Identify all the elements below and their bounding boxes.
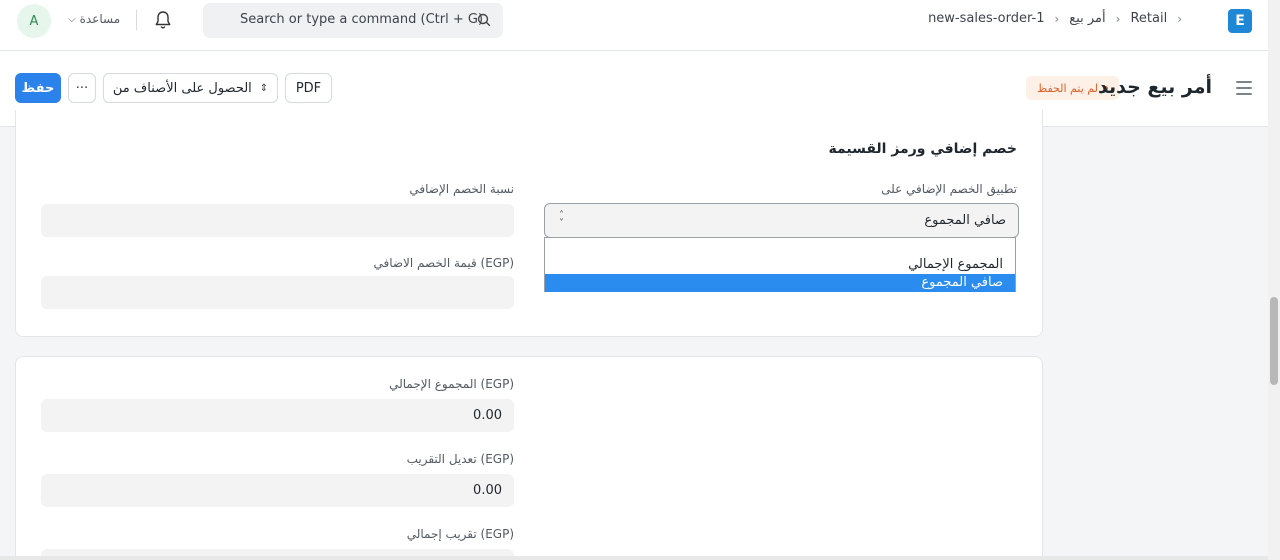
grand-total-field: 0.00 — [41, 399, 514, 432]
chevron-down-icon: ⌵ — [68, 13, 76, 25]
get-items-from-button[interactable]: الحصول على الأصناف من ⇕ — [103, 73, 278, 103]
select-arrows-icon: ˄ ˅ — [559, 210, 564, 229]
user-avatar[interactable]: A — [17, 4, 51, 38]
notifications-bell-icon[interactable] — [153, 9, 173, 31]
discount-section-card: خصم إضافي ورمز القسيمة تطبيق الخصم الإضا… — [15, 110, 1043, 337]
apply-discount-on-value: صافي المجموع — [924, 213, 1006, 228]
apply-discount-on-label: تطبيق الخصم الإضافي على — [881, 182, 1017, 196]
breadcrumb-separator-icon: › — [1054, 11, 1060, 26]
discount-percentage-label: نسبة الخصم الإضافي — [409, 182, 514, 196]
section-title: خصم إضافي ورمز القسيمة — [828, 141, 1017, 157]
breadcrumb-current-doc[interactable]: new-sales-order-1 — [928, 11, 1044, 26]
discount-amount-label: قيمة الخصم الاضافي (EGP) — [373, 256, 514, 270]
app-logo[interactable]: E — [1228, 9, 1252, 33]
save-button[interactable]: حفظ — [15, 73, 61, 103]
dropdown-option-net-total[interactable]: صافي المجموع — [545, 274, 1015, 292]
page-title: أمر بيع جديد — [1098, 76, 1212, 98]
horizontal-scrollbar[interactable] — [0, 556, 1268, 560]
pdf-button[interactable]: PDF — [285, 73, 332, 103]
vertical-scrollbar[interactable] — [1268, 0, 1280, 560]
get-items-label: الحصول على الأصناف من — [112, 80, 252, 96]
rounding-adjustment-value: 0.00 — [473, 483, 502, 498]
discount-amount-field[interactable] — [41, 276, 514, 309]
dropdown-option-grand-total[interactable]: المجموع الإجمالي — [545, 256, 1015, 274]
vertical-scrollbar-thumb[interactable] — [1270, 297, 1278, 385]
top-navbar: A ⌵ مساعدة Search or type a command (Ctr… — [0, 0, 1268, 51]
rounding-adjustment-label: تعديل التقريب (EGP) — [406, 452, 514, 466]
breadcrumb-separator-icon: › — [1177, 11, 1182, 26]
discount-percentage-field[interactable] — [41, 204, 514, 237]
navbar-divider — [136, 10, 137, 30]
breadcrumb-separator-icon: › — [1115, 11, 1121, 26]
sidebar-toggle-icon[interactable] — [1236, 81, 1252, 95]
help-dropdown[interactable]: ⌵ مساعدة — [68, 12, 120, 26]
apply-discount-on-dropdown: المجموع الإجمالي صافي المجموع — [544, 237, 1016, 292]
apply-discount-on-select[interactable]: صافي المجموع ˄ ˅ — [544, 203, 1019, 238]
breadcrumb-retail[interactable]: Retail — [1130, 11, 1167, 26]
dropdown-option-empty[interactable] — [545, 238, 1015, 256]
totals-section-card: المجموع الإجمالي (EGP) 0.00 تعديل التقري… — [15, 356, 1043, 560]
search-icon — [477, 13, 491, 27]
rounded-total-label: تقريب إجمالي (EGP) — [406, 527, 514, 541]
breadcrumb: › Retail › أمر بيع › new-sales-order-1 — [928, 11, 1182, 26]
help-label: مساعدة — [79, 12, 121, 26]
status-badge-label: لم يتم الحفظ — [1037, 81, 1098, 95]
select-arrows-icon: ⇕ — [259, 82, 269, 94]
search-input[interactable]: Search or type a command (Ctrl + G) — [240, 12, 483, 27]
more-actions-button[interactable]: ··· — [68, 73, 96, 103]
search-bar[interactable]: Search or type a command (Ctrl + G) — [203, 3, 503, 38]
grand-total-label: المجموع الإجمالي (EGP) — [389, 377, 514, 391]
breadcrumb-sales-order[interactable]: أمر بيع — [1069, 11, 1105, 26]
rounding-adjustment-field: 0.00 — [41, 474, 514, 507]
grand-total-value: 0.00 — [473, 408, 502, 423]
